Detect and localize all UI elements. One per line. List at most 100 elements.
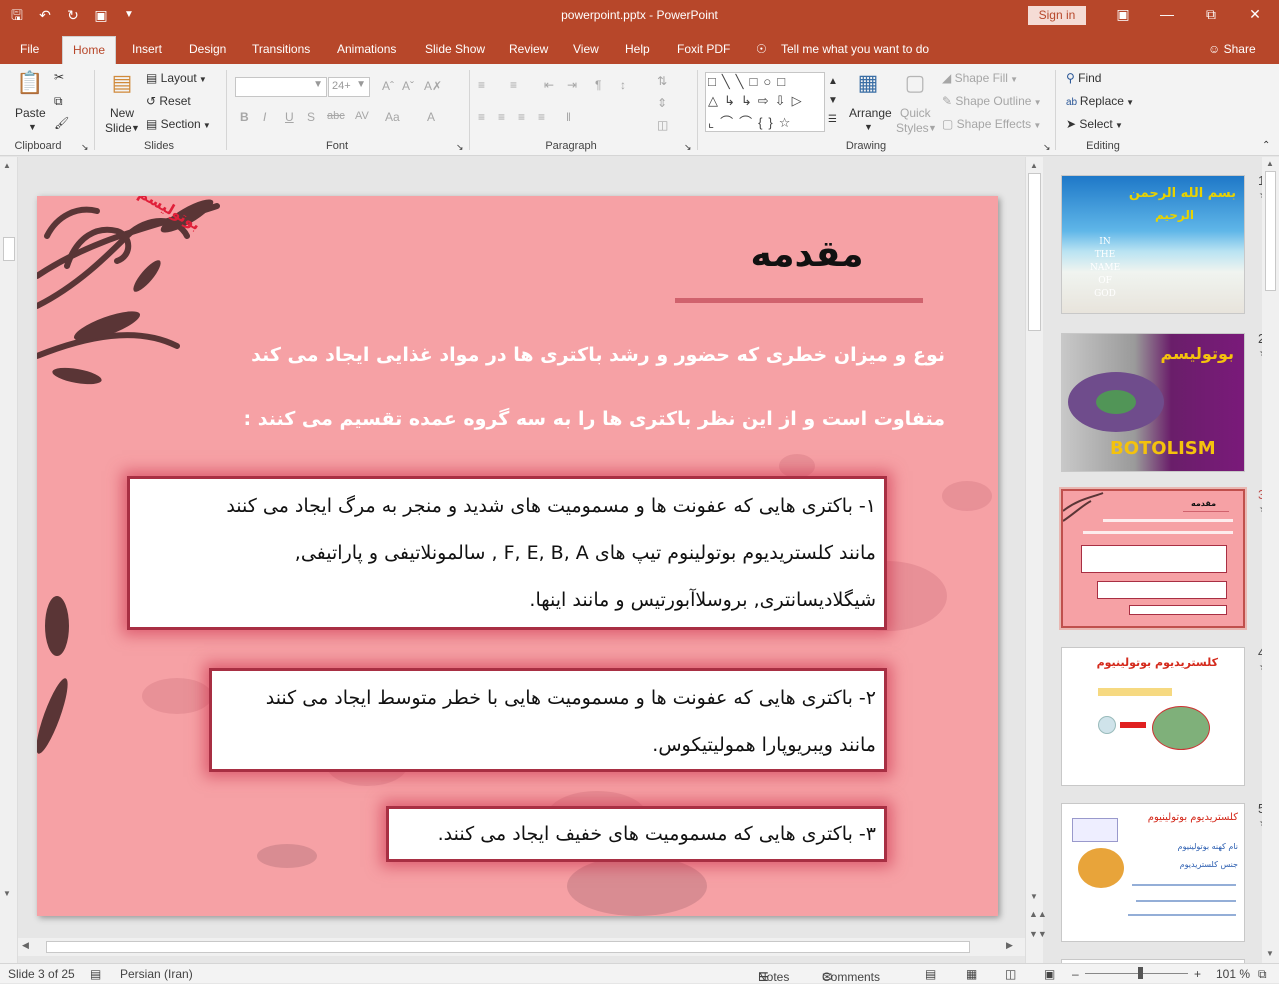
left-scroll-thumb[interactable]	[3, 237, 15, 261]
char-spacing-button[interactable]: AV	[355, 110, 369, 122]
tab-insert[interactable]: Insert	[132, 38, 162, 64]
new-slide-dropdown-icon[interactable]: ▼	[131, 123, 140, 133]
shapes-scroll-icon[interactable]: ▲ ▼ ☰	[828, 72, 838, 129]
horizontal-scrollbar[interactable]: ◀ ▶	[18, 938, 1025, 956]
quick-styles-button[interactable]: Quick	[900, 106, 931, 120]
change-case-button[interactable]: Aa	[385, 110, 400, 124]
section-button[interactable]: ▤ Section ▼	[146, 117, 211, 131]
normal-view-icon[interactable]: ▤	[925, 967, 936, 981]
shape-outline-button[interactable]: ✎ Shape Outline ▼	[942, 94, 1042, 108]
replace-button[interactable]: ab Replace ▼	[1066, 94, 1134, 108]
horizontal-scroll-thumb[interactable]	[46, 941, 970, 953]
font-size-combo[interactable]: 24+ ▼	[328, 77, 370, 97]
arrange-icon[interactable]: ▦	[852, 70, 884, 100]
collapse-ribbon-icon[interactable]: ⌃	[1262, 140, 1270, 151]
scroll-down-icon[interactable]: ▼	[1030, 892, 1038, 901]
quick-styles-icon[interactable]: ▢	[899, 70, 931, 100]
justify-icon[interactable]: ≡	[538, 110, 545, 124]
layout-button[interactable]: ▤ Layout ▼	[146, 71, 207, 85]
new-slide-icon[interactable]: ▤	[106, 70, 138, 100]
clear-formatting-icon[interactable]: A✗	[424, 79, 442, 93]
drawing-launcher-icon[interactable]: ↘	[1043, 142, 1051, 153]
vertical-scrollbar[interactable]: ▲ ▼ ▲▲ ▼▼	[1025, 157, 1047, 963]
paste-dropdown-icon[interactable]: ▼	[28, 122, 37, 132]
slide-thumbnail-5[interactable]: کلستریدیوم بوتولینیوم نام کهنه بوتولینیو…	[1061, 803, 1245, 942]
clipboard-launcher-icon[interactable]: ↘	[81, 142, 89, 153]
numbering-icon[interactable]: ≡	[510, 78, 517, 92]
quick-styles-label2[interactable]: Styles	[896, 121, 929, 135]
tab-foxit-pdf[interactable]: Foxit PDF	[677, 38, 730, 64]
tab-file[interactable]: File	[20, 38, 39, 64]
font-color-button[interactable]: A	[427, 110, 435, 124]
thumbnail-scrollbar[interactable]: ▲ ▼	[1262, 157, 1279, 963]
tell-me-search[interactable]: Tell me what you want to do	[781, 38, 929, 64]
zoom-slider-track[interactable]	[1085, 973, 1188, 974]
zoom-out-icon[interactable]: –	[1072, 967, 1079, 981]
font-name-combo[interactable]: ▼	[235, 77, 327, 97]
paste-button[interactable]: Paste	[15, 106, 46, 120]
zoom-slider-thumb[interactable]	[1138, 967, 1143, 979]
slide-title[interactable]: مقدمه	[737, 234, 877, 275]
underline-button[interactable]: U	[285, 110, 294, 124]
slide-sorter-icon[interactable]: ▦	[966, 967, 977, 981]
reading-view-icon[interactable]: ◫	[1005, 967, 1016, 981]
slide-thumbnail-3[interactable]: مقدمه	[1059, 487, 1247, 630]
cut-icon[interactable]: ✂	[54, 70, 64, 84]
tab-review[interactable]: Review	[509, 38, 548, 64]
font-launcher-icon[interactable]: ↘	[456, 142, 464, 153]
tab-animations[interactable]: Animations	[337, 38, 396, 64]
arrange-dropdown-icon[interactable]: ▼	[864, 122, 873, 132]
paste-icon[interactable]: 📋	[14, 70, 46, 100]
grow-font-icon[interactable]: Aˆ	[382, 79, 394, 93]
sign-in-button[interactable]: Sign in	[1028, 6, 1086, 25]
tab-transitions[interactable]: Transitions	[252, 38, 310, 64]
line-spacing-icon[interactable]: ↕	[620, 78, 626, 92]
align-center-icon[interactable]: ≡	[498, 110, 505, 124]
slideshow-view-icon[interactable]: ▣	[1044, 967, 1055, 981]
smartart-icon[interactable]: ◫	[657, 118, 668, 132]
vertical-scroll-thumb[interactable]	[1028, 173, 1041, 331]
intro-line-2[interactable]: متفاوت است و از این نظر باکتری ها را به …	[237, 408, 946, 430]
columns-icon[interactable]: ‖	[566, 110, 571, 124]
new-slide-label2[interactable]: Slide	[105, 121, 132, 135]
italic-button[interactable]: I	[263, 110, 266, 124]
scroll-down-icon[interactable]: ▼	[3, 889, 11, 898]
decrease-indent-icon[interactable]: ⇤	[544, 78, 554, 92]
tab-home[interactable]: Home	[62, 36, 117, 64]
share-button[interactable]: ☺ Share	[1208, 38, 1256, 64]
zoom-in-icon[interactable]: +	[1194, 967, 1201, 981]
find-button[interactable]: ⚲ Find	[1066, 71, 1101, 85]
language-indicator[interactable]: Persian (Iran)	[120, 967, 193, 981]
zoom-level[interactable]: 101 %	[1216, 967, 1250, 981]
shape-effects-button[interactable]: ▢ Shape Effects ▼	[942, 117, 1041, 131]
text-direction-icon[interactable]: ⇅	[657, 74, 667, 88]
scroll-up-icon[interactable]: ▲	[3, 161, 11, 170]
strikethrough-button[interactable]: abc	[327, 110, 345, 122]
increase-indent-icon[interactable]: ⇥	[567, 78, 577, 92]
select-button[interactable]: ➤ Select ▼	[1066, 117, 1123, 131]
slide-thumbnail-4[interactable]: کلستریدیوم بوتولینیوم	[1061, 647, 1245, 786]
slide-canvas[interactable]: بوتولیسم مقدمه نوع و میزان خطری که حضور …	[37, 196, 998, 916]
shapes-gallery[interactable]: □╲╲□○□ △↳↳⇨⇩▷ ⌞⌒⌒{}☆	[705, 72, 825, 132]
slide-thumbnail-2[interactable]: بوتولیسم BOTOLISM	[1061, 333, 1245, 472]
scroll-up-icon[interactable]: ▲	[1030, 161, 1038, 170]
ribbon-display-icon[interactable]: ▣	[1101, 6, 1145, 23]
bold-button[interactable]: B	[240, 110, 249, 124]
intro-line-1[interactable]: نوع و میزان خطری که حضور و رشد باکتری ها…	[237, 344, 945, 366]
format-painter-icon[interactable]: 🖌	[54, 116, 69, 130]
restore-icon[interactable]: ⧉	[1189, 6, 1233, 23]
bullets-icon[interactable]: ≡	[478, 78, 485, 92]
scroll-up-icon[interactable]: ▲	[1266, 159, 1274, 168]
text-box-group-3[interactable]: ۳- باکتری هایی که مسمومیت های خفیف ایجاد…	[386, 806, 887, 862]
scroll-left-icon[interactable]: ◀	[22, 940, 29, 951]
rtl-icon[interactable]: ¶	[595, 78, 601, 92]
align-right-icon[interactable]: ≡	[518, 110, 525, 124]
arrange-button[interactable]: Arrange	[849, 106, 892, 120]
slide-thumbnail-1[interactable]: بسم الله الرحمن الرحیم IN THE NAME OF GO…	[1061, 175, 1245, 314]
thumbnail-scroll-thumb[interactable]	[1265, 171, 1276, 291]
quick-styles-dropdown-icon[interactable]: ▼	[928, 123, 937, 133]
text-box-group-2[interactable]: ۲- باکتری هایی که عفونت ها و مسمومیت های…	[209, 668, 887, 772]
tab-help[interactable]: Help	[625, 38, 650, 64]
paragraph-launcher-icon[interactable]: ↘	[684, 142, 692, 153]
scroll-right-icon[interactable]: ▶	[1006, 940, 1013, 951]
